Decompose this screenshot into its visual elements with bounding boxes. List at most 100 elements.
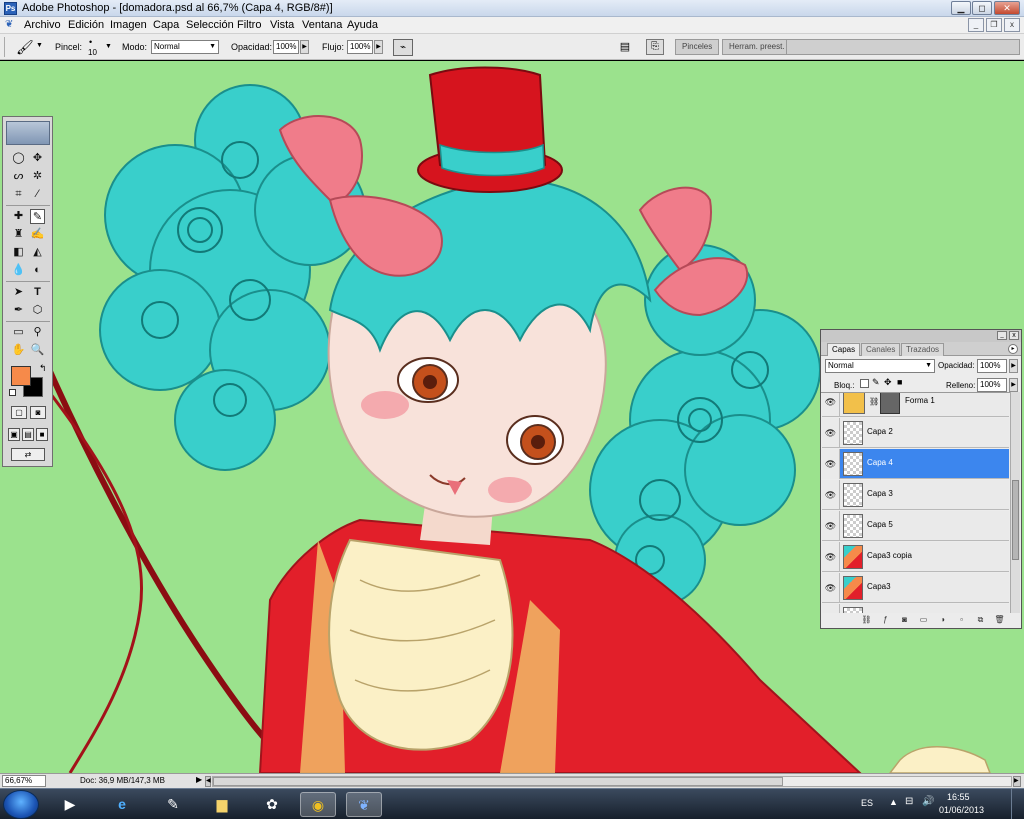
quick-mask-mode-icon[interactable]: ◙ [30,406,46,419]
clone-stamp-tool-icon[interactable]: ♜ [11,227,26,242]
move-tool-icon[interactable]: ✥ [30,151,45,166]
doc-minimize-button[interactable]: _ [968,18,984,32]
mode-select[interactable]: Normal ▼ [151,40,219,54]
tab-capas[interactable]: Capas [827,343,861,356]
magic-wand-tool-icon[interactable]: ✲ [30,169,45,184]
panel-menu-icon[interactable]: ▸ [1008,344,1018,354]
file-browser-icon[interactable]: ⎘ [646,39,664,55]
menu-ventana[interactable]: Ventana [302,19,342,31]
layer-visibility-eye-icon[interactable]: 👁 [822,511,840,541]
paint-app-icon[interactable]: ✎ [155,792,191,817]
menu-archivo[interactable]: Archivo [24,19,61,31]
chrome-browser-icon[interactable]: ◉ [300,792,336,817]
lock-all-icon[interactable]: ■ [897,377,902,387]
menu-vista[interactable]: Vista [270,19,294,31]
horizontal-scrollbar[interactable] [212,776,1012,787]
type-tool-icon[interactable]: T [30,285,45,300]
scroll-right-icon[interactable]: ▶ [1013,776,1021,787]
hand-tool-icon[interactable]: ✋ [11,343,26,358]
layer-visibility-eye-icon[interactable] [822,604,840,613]
show-hidden-icons-icon[interactable]: ▲ [889,797,898,807]
layer-opacity-input[interactable]: 100% [977,359,1007,373]
show-desktop-button[interactable] [1011,789,1024,819]
brush-tool-icon-active[interactable]: ✎ [30,209,45,224]
dodge-tool-icon[interactable]: ◐ [30,263,45,278]
healing-brush-tool-icon[interactable]: ✚ [11,209,26,224]
network-app-icon[interactable]: ✿ [254,792,290,817]
zoom-level-field[interactable]: 66,67% [2,775,46,787]
slice-tool-icon[interactable]: ⁄ [30,187,45,202]
media-player-icon[interactable]: ▶ [52,792,88,817]
zoom-tool-icon[interactable]: 🔍 [30,343,45,358]
maximize-button[interactable]: ◻ [972,1,992,15]
lasso-tool-icon[interactable]: ᔕ [11,169,26,184]
fill-arrow-icon[interactable]: ▶ [1009,378,1018,392]
marquee-tool-icon[interactable]: ◯ [11,151,26,166]
path-selection-tool-icon[interactable]: ➤ [11,285,26,300]
internet-explorer-icon[interactable]: e [104,792,140,817]
layer-visibility-eye-icon[interactable]: 👁 [822,480,840,510]
photoshop-menu-icon[interactable]: ❦ [5,19,17,31]
lock-pixels-icon[interactable]: ✎ [872,377,880,388]
screen-mode-menu-icon[interactable]: ▤ [22,428,34,441]
add-mask-icon[interactable]: ◙ [899,614,910,625]
link-layers-icon[interactable]: ⛓ [861,614,872,625]
tool-preset-dropdown-icon[interactable]: ▼ [36,42,43,49]
lock-position-icon[interactable]: ✥ [884,377,892,388]
layer-visibility-eye-icon[interactable]: 👁 [822,418,840,448]
layer-row[interactable]: 👁 Capa 2 [822,418,1009,448]
brush-tool-icon[interactable]: 🖌 [16,39,34,56]
new-layer-icon[interactable]: ⧉ [975,614,986,625]
file-explorer-icon[interactable]: ▆ [204,792,240,817]
standard-mode-icon[interactable]: ▢ [11,406,27,419]
swap-colors-icon[interactable]: ↰ [39,363,47,374]
screen-mode-full-icon[interactable]: ■ [36,428,48,441]
clock-time[interactable]: 16:55 [947,792,970,802]
layer-row[interactable]: 👁 Capa 3 [822,480,1009,510]
blend-mode-select[interactable]: Normal ▼ [825,359,935,373]
crop-tool-icon[interactable]: ⌗ [11,187,26,202]
layer-visibility-eye-icon[interactable]: 👁 [822,573,840,603]
paint-bucket-tool-icon[interactable]: ◭ [30,245,45,260]
history-brush-tool-icon[interactable]: ✍ [30,227,45,242]
start-button-windows-icon[interactable] [3,790,39,819]
default-colors-icon[interactable] [9,389,16,396]
clock-date[interactable]: 01/06/2013 [939,805,984,815]
delete-layer-icon[interactable]: 🗑 [994,614,1005,625]
panel-close-icon[interactable]: x [1009,331,1019,340]
eraser-tool-icon[interactable]: ◧ [11,245,26,260]
doc-restore-button[interactable]: ❐ [986,18,1002,32]
lock-transparency-icon[interactable] [860,379,869,388]
menu-filtro[interactable]: Filtro [237,19,261,31]
flow-input[interactable]: 100% [347,40,373,54]
palette-options-icon[interactable]: ▤ [618,40,632,54]
layer-row[interactable]: 👁 ⛓ Forma 1 [822,393,1009,417]
layer-visibility-eye-icon[interactable]: 👁 [822,542,840,572]
eyedropper-tool-icon[interactable]: ⚲ [30,325,45,340]
airbrush-toggle-icon[interactable]: ⌁ [393,39,413,56]
well-tab-herram-preest[interactable]: Herram. preest. [722,39,792,55]
menu-edicion[interactable]: Edición [68,19,104,31]
layer-row[interactable]: 👁 Capa 5 [822,511,1009,541]
tab-canales[interactable]: Canales [861,343,901,356]
minimize-button[interactable]: ▁ [951,1,971,15]
volume-tray-icon[interactable]: 🔊 [922,796,934,807]
horizontal-scrollbar-thumb[interactable] [213,777,783,786]
tab-trazados[interactable]: Trazados [901,343,945,356]
layer-row[interactable]: 👁 Capa3 copia [822,542,1009,572]
layer-opacity-arrow-icon[interactable]: ▶ [1009,359,1018,373]
opacity-slider-arrow-icon[interactable]: ▶ [300,40,309,54]
layer-row[interactable]: 👁 Capa3 [822,573,1009,603]
photoshop-taskbar-icon[interactable]: ❦ [346,792,382,817]
layers-scrollbar[interactable] [1010,392,1020,613]
well-tab-pinceles[interactable]: Pinceles [675,39,720,55]
fill-input[interactable]: 100% [977,378,1007,392]
layer-row-selected[interactable]: 👁 Capa 4 [822,449,1009,479]
language-indicator[interactable]: ES [861,798,873,808]
close-button[interactable]: ✕ [994,1,1020,15]
layer-visibility-eye-icon[interactable]: 👁 [822,393,840,417]
foreground-color-swatch[interactable] [11,366,31,386]
panel-minimize-icon[interactable]: _ [997,331,1007,340]
opacity-input[interactable]: 100% [273,40,299,54]
menu-capa[interactable]: Capa [153,19,179,31]
